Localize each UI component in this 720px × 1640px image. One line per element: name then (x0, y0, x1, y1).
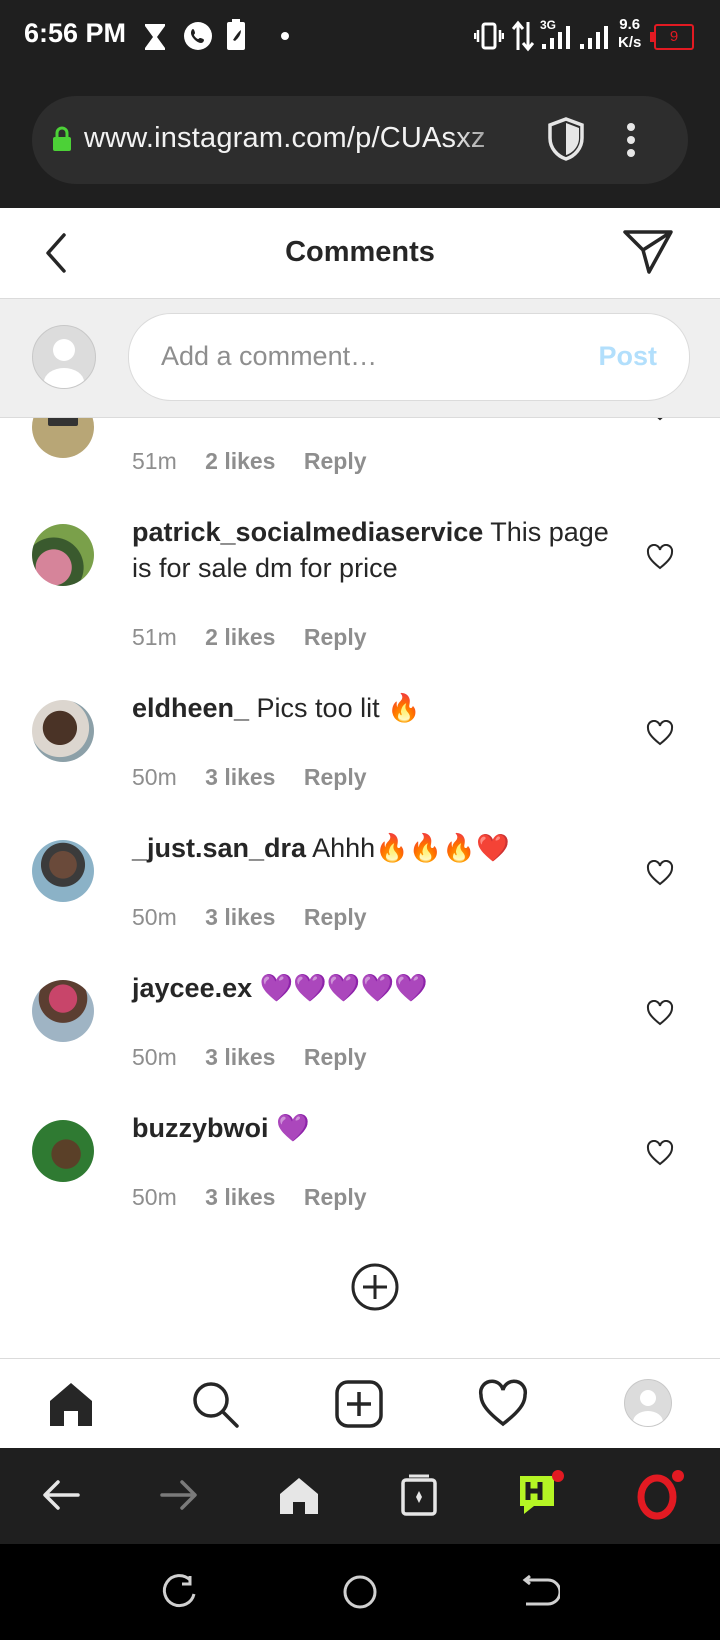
comment-time: 50m (132, 764, 177, 790)
battery-saver-icon (227, 19, 245, 50)
comment-text: jaycee.ex 💜💜💜💜💜 (132, 970, 622, 1006)
comment-time: 51m (132, 448, 177, 474)
reply-button[interactable]: Reply (304, 904, 367, 930)
comment-input[interactable]: Add a comment… Post (128, 313, 690, 401)
recents-icon[interactable] (160, 1572, 200, 1612)
more-vert-icon[interactable] (626, 122, 636, 158)
like-heart-icon[interactable] (646, 720, 674, 746)
status-time: 6:56 PM (24, 18, 127, 48)
comment-text: patrick_socialmediaservice This page is … (132, 514, 622, 586)
signal-icon (542, 26, 570, 49)
tabs-icon[interactable] (394, 1470, 444, 1520)
like-heart-icon[interactable] (646, 860, 674, 886)
reply-button[interactable]: Reply (304, 764, 367, 790)
browser-toolbar: www.instagram.com/p/CUAsxz (0, 72, 720, 208)
avatar[interactable] (32, 700, 94, 762)
comment-body: 💜💜💜💜💜 (252, 973, 428, 1003)
reply-button[interactable]: Reply (304, 624, 367, 650)
comment-meta: 50m 3 likes Reply (132, 764, 389, 791)
add-comment-bar: Add a comment… Post (0, 299, 720, 418)
comment-username[interactable]: buzzybwoi (132, 1113, 269, 1143)
url-fade (452, 114, 532, 166)
browser-bottom-nav (0, 1448, 720, 1544)
comment-meta: 50m 3 likes Reply (132, 1044, 389, 1071)
net-speed: 9.6 K/s (618, 16, 642, 51)
comment-likes[interactable]: 3 likes (205, 904, 275, 930)
reply-button[interactable]: Reply (304, 1184, 367, 1210)
search-icon[interactable] (190, 1379, 240, 1429)
signal-icon (580, 26, 608, 49)
comment-placeholder: Add a comment… (161, 341, 378, 371)
shield-icon[interactable] (546, 116, 586, 162)
home-icon[interactable] (274, 1470, 324, 1520)
status-bar: 6:56 PM 3G 9.6 K/s 9 (0, 0, 720, 72)
data-arrows-icon (512, 20, 534, 52)
comment-likes[interactable]: 3 likes (205, 764, 275, 790)
chevron-down-icon[interactable] (646, 418, 674, 434)
whatsapp-icon (184, 22, 212, 50)
post-button[interactable]: Post (598, 341, 657, 372)
avatar[interactable] (32, 1120, 94, 1182)
url-bar[interactable]: www.instagram.com/p/CUAsxz (32, 96, 688, 184)
home-icon[interactable] (46, 1379, 96, 1429)
avatar[interactable] (32, 980, 94, 1042)
comment-likes[interactable]: 3 likes (205, 1044, 275, 1070)
comment-text: buzzybwoi 💜 (132, 1110, 622, 1146)
comment-likes[interactable]: 2 likes (205, 448, 275, 474)
page-title: Comments (285, 236, 435, 268)
activity-heart-icon[interactable] (478, 1379, 528, 1429)
reply-button[interactable]: Reply (304, 1044, 367, 1070)
back-arrow-icon[interactable] (36, 1470, 86, 1520)
hourglass-icon (145, 24, 165, 50)
vibrate-icon (474, 22, 504, 50)
opera-icon[interactable] (634, 1470, 684, 1520)
current-user-avatar (32, 325, 96, 389)
avatar[interactable] (32, 524, 94, 586)
comment-meta: 51m 2 likes Reply (132, 624, 389, 651)
comment-text: _just.san_dra Ahhh🔥🔥🔥❤️ (132, 830, 622, 866)
dot-icon (281, 32, 289, 40)
lock-icon (53, 126, 71, 151)
direct-send-icon[interactable] (622, 228, 674, 276)
comment-time: 50m (132, 904, 177, 930)
comment-username[interactable]: jaycee.ex (132, 973, 252, 1003)
instagram-bottom-nav (0, 1358, 720, 1449)
comments-header: Comments (0, 208, 720, 299)
hype-icon[interactable] (514, 1470, 564, 1520)
back-icon[interactable] (520, 1572, 560, 1612)
comment-time: 50m (132, 1044, 177, 1070)
comment-meta: 50m 3 likes Reply (132, 904, 389, 931)
like-heart-icon[interactable] (646, 1000, 674, 1026)
new-post-icon[interactable] (334, 1379, 384, 1429)
comment-time: 50m (132, 1184, 177, 1210)
comments-list: 51m 2 likes Reply patrick_socialmediaser… (0, 418, 720, 1358)
comment-username[interactable]: _just.san_dra (132, 833, 306, 863)
comment-body: Pics too lit 🔥 (249, 693, 421, 723)
battery-level: 9 (669, 28, 679, 45)
comment-body: Ahhh🔥🔥🔥❤️ (306, 833, 510, 863)
battery-icon: 9 (650, 24, 694, 50)
comment-likes[interactable]: 3 likes (205, 1184, 275, 1210)
comment-username[interactable]: eldheen_ (132, 693, 249, 723)
avatar[interactable] (32, 840, 94, 902)
comment-meta: 50m 3 likes Reply (132, 1184, 389, 1211)
add-circle-icon[interactable] (350, 1262, 400, 1312)
comment-time: 51m (132, 624, 177, 650)
comment-username[interactable]: patrick_socialmediaservice (132, 517, 483, 547)
forward-arrow-icon (160, 1480, 197, 1510)
comment-likes[interactable]: 2 likes (205, 624, 275, 650)
system-nav-bar (0, 1544, 720, 1640)
comment-text: eldheen_ Pics too lit 🔥 (132, 690, 622, 726)
like-heart-icon[interactable] (646, 544, 674, 570)
profile-avatar[interactable] (624, 1379, 672, 1427)
like-heart-icon[interactable] (646, 1140, 674, 1166)
comment-meta: 51m 2 likes Reply (132, 448, 389, 475)
home-circle-icon[interactable] (340, 1572, 380, 1612)
reply-button[interactable]: Reply (304, 448, 367, 474)
comment-body: 💜 (268, 1113, 310, 1143)
avatar[interactable] (32, 418, 94, 458)
